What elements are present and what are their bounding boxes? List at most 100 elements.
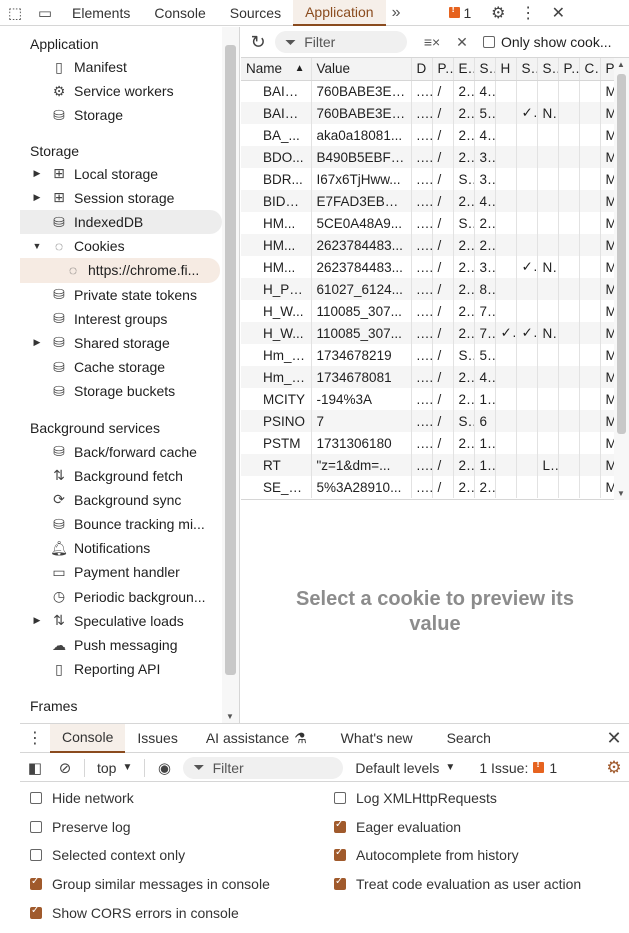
console-filter-input[interactable]: ⏷ Filter xyxy=(183,756,344,779)
column-header[interactable]: P. xyxy=(432,58,454,81)
table-row[interactable]: SE_L...5%3A28910......./2..2..M xyxy=(241,476,616,498)
sidebar-item-background-fetch[interactable]: ⇅ Background fetch xyxy=(20,464,220,488)
only-show-issues-checkbox[interactable]: Only show cook... xyxy=(483,34,612,50)
settings-gear-icon[interactable]: ⚙ xyxy=(483,3,513,23)
table-row[interactable]: PSTM1731306180..../2..1.. M xyxy=(241,432,616,454)
table-scrollbar[interactable]: ▲ ▼ xyxy=(614,58,629,500)
setting-checkbox[interactable] xyxy=(334,876,346,890)
scroll-up-arrow-icon[interactable]: ▲ xyxy=(617,60,625,69)
setting-checkbox[interactable] xyxy=(30,905,42,919)
column-header[interactable]: E. xyxy=(453,58,475,81)
table-scroll-thumb[interactable] xyxy=(617,74,626,434)
live-expression-eye-icon[interactable]: ◉ xyxy=(149,759,179,777)
console-setting-option[interactable]: Preserve log xyxy=(30,819,131,835)
only-show-checkbox[interactable] xyxy=(483,36,495,48)
table-row[interactable]: HM...5CE0A48A9......./S..2.. M xyxy=(241,212,616,234)
more-tabs-button[interactable]: » xyxy=(386,4,407,22)
column-header[interactable]: H xyxy=(495,58,517,81)
table-row[interactable]: BA_...aka0a18081......./2..4.. M xyxy=(241,124,616,146)
sidebar-item-indexeddb[interactable]: ⛁ IndexedDB xyxy=(20,209,222,235)
table-row[interactable]: BAID...760BABE3EE......./2..4.. M xyxy=(241,80,616,102)
table-row[interactable]: Hm_l...1734678081..../2..4.. M xyxy=(241,366,616,388)
setting-checkbox[interactable] xyxy=(30,821,42,833)
column-header[interactable]: P. xyxy=(558,58,580,81)
sidebar-item-cache-storage[interactable]: ⛁ Cache storage xyxy=(20,355,220,379)
table-row[interactable]: RT"z=1&dm=......./2..1.. L.. M xyxy=(241,454,616,476)
sidebar-item-manifest[interactable]: ▯ Manifest xyxy=(20,55,220,79)
expand-arrow-icon[interactable]: ▶ xyxy=(30,337,44,348)
table-row[interactable]: HM...2623784483......./2..3.. ✓N. M xyxy=(241,256,616,278)
drawer-tab-console[interactable]: Console xyxy=(50,723,126,753)
collapse-arrow-icon[interactable]: ▼ xyxy=(30,241,44,251)
clear-filtered-cookies-icon[interactable]: ≡× xyxy=(417,34,447,50)
cookie-filter-input[interactable]: ⏷ Filter xyxy=(275,31,407,53)
show-sidebar-icon[interactable]: ◧ xyxy=(20,759,50,777)
drawer-menu-icon[interactable]: ⋮ xyxy=(20,728,50,748)
console-settings-gear-icon[interactable]: ⚙ xyxy=(599,758,629,778)
console-issues-button[interactable]: 1 Issue: 1 xyxy=(479,759,557,776)
tab-sources[interactable]: Sources xyxy=(218,0,293,26)
sidebar-item-bounce-tracking[interactable]: ⛁ Bounce tracking mi... xyxy=(20,512,220,536)
refresh-icon[interactable]: ↻ xyxy=(241,32,275,53)
drawer-tab-whats-new[interactable]: What's new xyxy=(319,724,425,753)
sidebar-item-shared-storage[interactable]: ▶ ⛁ Shared storage xyxy=(20,331,220,355)
console-setting-option[interactable]: Log XMLHttpRequests xyxy=(334,790,497,806)
sidebar-item-cookie-origin[interactable]: ◌ https://chrome.fi... xyxy=(20,258,220,283)
issues-counter[interactable]: 1 xyxy=(448,4,471,21)
close-devtools-icon[interactable]: ✕ xyxy=(543,3,573,23)
device-toolbar-icon[interactable]: ▭ xyxy=(30,0,60,26)
console-setting-option[interactable]: Hide network xyxy=(30,790,134,806)
sidebar-scrollbar[interactable]: ▼ xyxy=(222,27,239,723)
console-setting-option[interactable]: Group similar messages in console xyxy=(30,876,270,892)
table-row[interactable]: BDR...I67x6TjHww......./S..3.. M xyxy=(241,168,616,190)
table-row[interactable]: Hm_l...1734678219..../S..5.. M xyxy=(241,344,616,366)
sidebar-item-periodic-background-sync[interactable]: ◷ Periodic backgroun... xyxy=(20,585,220,609)
sidebar-item-local-storage[interactable]: ▶ ⊞ Local storage xyxy=(20,162,220,186)
table-row[interactable]: H_W...110085_307......./2..7..✓✓N.M xyxy=(241,322,616,344)
sidebar-item-notifications[interactable]: 🔔︎ Notifications xyxy=(20,536,220,560)
drawer-tab-issues[interactable]: Issues xyxy=(125,724,189,753)
clear-console-icon[interactable]: ⊘ xyxy=(50,759,80,777)
sidebar-item-background-sync[interactable]: ⟳ Background sync xyxy=(20,488,220,512)
table-row[interactable]: MCITY-194%3A..../2..1.. M xyxy=(241,388,616,410)
console-setting-option[interactable]: Treat code evaluation as user action xyxy=(334,876,581,892)
setting-checkbox[interactable] xyxy=(30,876,42,890)
tab-elements[interactable]: Elements xyxy=(60,0,142,26)
expand-arrow-icon[interactable]: ▶ xyxy=(30,192,44,203)
context-selector[interactable]: top ▼ xyxy=(89,760,140,776)
table-row[interactable]: H_W...110085_307......./2..7.. M xyxy=(241,300,616,322)
tab-application[interactable]: Application xyxy=(293,0,386,26)
sidebar-scroll-thumb[interactable] xyxy=(225,45,236,675)
table-row[interactable]: PSINO7..../S..6 M xyxy=(241,410,616,432)
expand-arrow-icon[interactable]: ▶ xyxy=(30,168,44,179)
scroll-down-arrow-icon[interactable]: ▼ xyxy=(617,489,625,498)
expand-arrow-icon[interactable]: ▶ xyxy=(30,615,44,626)
column-header[interactable]: S. xyxy=(516,58,538,81)
sidebar-item-bfcache[interactable]: ⛁ Back/forward cache xyxy=(20,439,220,463)
sidebar-item-storage[interactable]: ⛁ Storage xyxy=(20,103,220,127)
sidebar-item-reporting-api[interactable]: ▯ Reporting API xyxy=(20,657,220,681)
column-header[interactable]: P. xyxy=(600,58,616,81)
kebab-menu-icon[interactable]: ⋮ xyxy=(513,3,543,23)
sidebar-item-interest-groups[interactable]: ⛁ Interest groups xyxy=(20,307,220,331)
table-row[interactable]: BIDU...E7FAD3EBFA......./2..4.. M xyxy=(241,190,616,212)
setting-checkbox[interactable] xyxy=(334,792,346,804)
log-levels-dropdown[interactable]: Default levels ▼ xyxy=(355,760,455,776)
column-header[interactable]: S. xyxy=(537,58,559,81)
close-drawer-icon[interactable]: ✕ xyxy=(599,728,629,749)
console-setting-option[interactable]: Eager evaluation xyxy=(334,819,461,835)
table-row[interactable]: BAID...760BABE3EE......./2..5.. ✓N. M xyxy=(241,102,616,124)
setting-checkbox[interactable] xyxy=(334,819,346,833)
sidebar-item-push-messaging[interactable]: ☁ Push messaging xyxy=(20,633,220,657)
sidebar-item-session-storage[interactable]: ▶ ⊞ Session storage xyxy=(20,186,220,210)
sidebar-item-payment-handler[interactable]: ▭ Payment handler xyxy=(20,560,220,584)
tab-console[interactable]: Console xyxy=(142,0,217,26)
table-row[interactable]: HM...2623784483......./2..2..M xyxy=(241,234,616,256)
sidebar-item-storage-buckets[interactable]: ⛁ Storage buckets xyxy=(20,379,220,403)
table-row[interactable]: BDO...B490B5EBF6......./2..3.. M xyxy=(241,146,616,168)
column-header[interactable]: D xyxy=(411,58,433,81)
sidebar-item-private-state-tokens[interactable]: ⛁ Private state tokens xyxy=(20,283,220,307)
drawer-tab-ai-assistance[interactable]: AI assistance ⚗ xyxy=(190,724,319,753)
column-header[interactable]: C. xyxy=(579,58,601,81)
console-setting-option[interactable]: Autocomplete from history xyxy=(334,847,519,863)
